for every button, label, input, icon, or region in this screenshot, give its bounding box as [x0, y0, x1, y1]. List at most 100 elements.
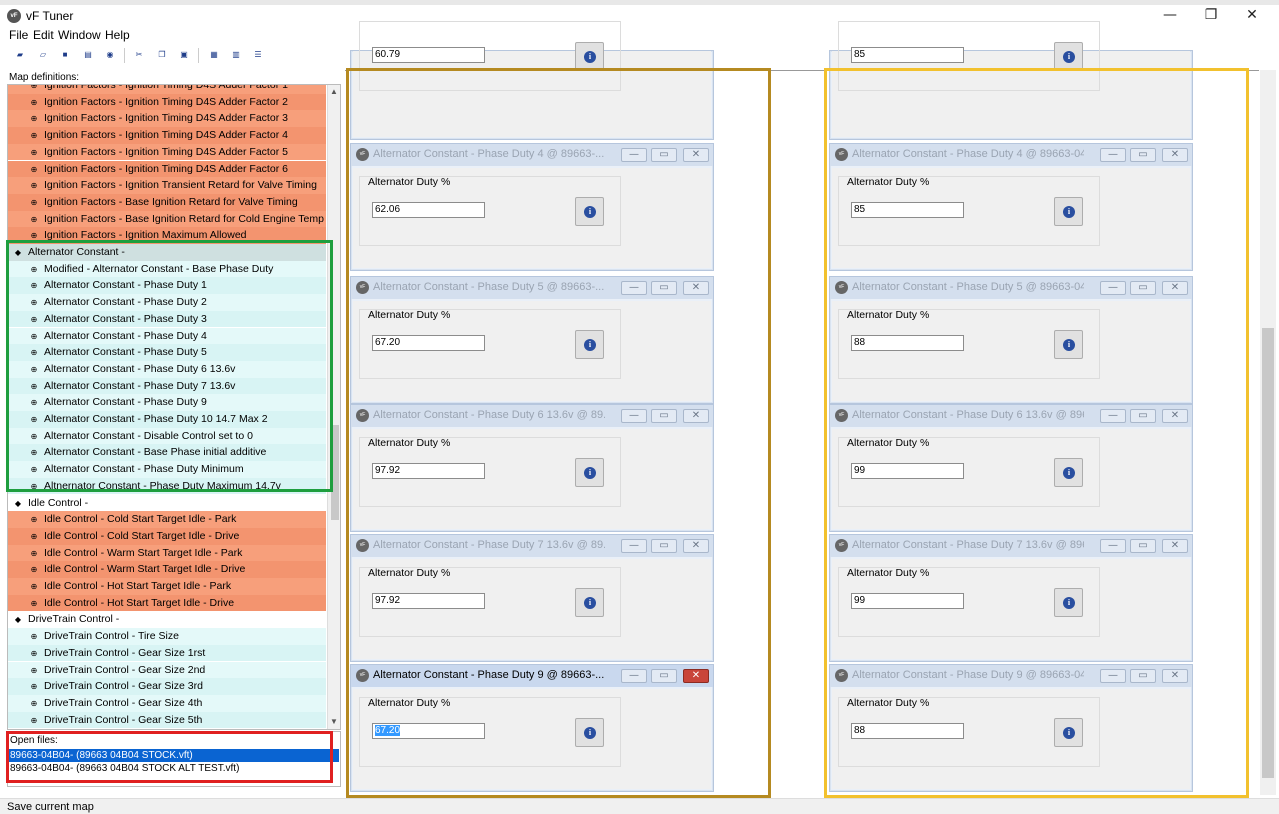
window-title-bar[interactable]: vF Alternator Constant - Phase Duty 7 13.… — [351, 535, 713, 557]
map-list-item[interactable]: ⊕ DriveTrain Control - Gear Size 2nd — [8, 661, 326, 679]
map-definitions-list[interactable]: ⊕ Ignition Factors - Ignition Timing D4S … — [7, 84, 341, 730]
window-close-button[interactable]: ✕ — [1162, 539, 1188, 553]
window-restore-button[interactable]: ▭ — [651, 669, 677, 683]
info-button[interactable]: i — [1054, 42, 1083, 71]
window-restore-button[interactable]: ▭ — [651, 148, 677, 162]
menu-help[interactable]: Help — [105, 28, 130, 42]
window-title-bar[interactable]: vF Alternator Constant - Phase Duty 5 @ 8… — [351, 277, 713, 299]
menu-file[interactable]: File — [9, 28, 28, 42]
left-map-window[interactable]: vF Alternator Constant - Phase Duty 4 @ 8… — [350, 143, 714, 271]
window-restore-button[interactable]: ▭ — [651, 539, 677, 553]
save-icon[interactable]: ■ — [59, 49, 71, 61]
duty-value-input[interactable]: 60.79 — [372, 47, 485, 63]
map-list-item[interactable]: ⊕ Alternator Constant - Phase Duty 4 — [8, 327, 326, 345]
window-close-button[interactable]: ✕ — [683, 281, 709, 295]
map-list-item[interactable]: ⊕ Ignition Factors - Ignition Transient R… — [8, 177, 326, 194]
info-button[interactable]: i — [1054, 718, 1083, 747]
map-list-item[interactable]: ⊕ Idle Control - Cold Start Target Idle -… — [8, 511, 326, 528]
map-list-item[interactable]: ⊕ Ignition Factors - Ignition Maximum All… — [8, 227, 326, 244]
info-button[interactable]: i — [575, 42, 604, 71]
duty-value-input[interactable]: 99 — [851, 463, 964, 479]
map-list-item[interactable]: ⊕ Ignition Factors - Ignition Timing D4S … — [8, 160, 326, 178]
map-list-item[interactable]: ⊕ Idle Control - Warm Start Target Idle -… — [8, 544, 326, 562]
info-button[interactable]: i — [575, 330, 604, 359]
info-button[interactable]: i — [575, 458, 604, 487]
workspace-scrollbar-thumb[interactable] — [1262, 328, 1274, 778]
reload-icon[interactable]: ▱ — [37, 49, 49, 61]
map-list-item[interactable]: ⊕ DriveTrain Control - Gear Size 1rst — [8, 644, 326, 662]
window-close-button[interactable]: ✕ — [1162, 669, 1188, 683]
window-title-bar[interactable]: vF Alternator Constant - Phase Duty 6 13.… — [830, 405, 1192, 427]
window-restore-button[interactable]: ▭ — [1130, 669, 1156, 683]
map-list-item[interactable]: ⊕ Ignition Factors - Base Ignition Retard… — [8, 193, 326, 211]
scroll-down-arrow-icon[interactable]: ▼ — [330, 717, 338, 726]
map-list-item[interactable]: ⊕ Idle Control - Warm Start Target Idle -… — [8, 561, 326, 578]
left-map-window[interactable]: vF Alternator Constant - Phase Duty 7 13.… — [350, 534, 714, 662]
info-button[interactable]: i — [1054, 197, 1083, 226]
window-close-button[interactable]: ✕ — [683, 409, 709, 423]
map-list-item[interactable]: ⊕ DriveTrain Control - Gear Size 3rd — [8, 678, 326, 695]
map-list-item[interactable]: ⊕ Ignition Factors - Ignition Timing D4S … — [8, 93, 326, 111]
duty-value-input[interactable]: 99 — [851, 593, 964, 609]
window-close-button[interactable]: ✕ — [683, 148, 709, 162]
scroll-up-arrow-icon[interactable]: ▲ — [330, 87, 338, 96]
maximize-button[interactable]: ❐ — [1191, 6, 1231, 26]
right-map-window[interactable]: vF Alternator Constant - Phase Duty 4 @ 8… — [829, 143, 1193, 271]
map-list-item[interactable]: ⊕ Alternator Constant - Phase Duty 10 14.… — [8, 411, 326, 428]
window-title-bar[interactable]: vF Alternator Constant - Phase Duty 9 @ 8… — [351, 665, 713, 687]
map-list-item[interactable]: ⊕ Alternator Constant - Phase Duty 1 — [8, 277, 326, 295]
window-close-button[interactable]: ✕ — [1162, 281, 1188, 295]
window-close-button[interactable]: ✕ — [683, 539, 709, 553]
duty-value-input[interactable]: 67.20 — [372, 335, 485, 351]
map-list-item[interactable]: ⊕ Alternator Constant - Phase Duty 5 — [8, 344, 326, 361]
map-list-item[interactable]: ⊕ Alternator Constant - Phase Duty 6 13.6… — [8, 360, 326, 378]
window-title-bar[interactable]: vF Alternator Constant - Phase Duty 6 13.… — [351, 405, 713, 427]
export-icon[interactable]: ▤ — [82, 49, 94, 61]
cut-icon[interactable]: ✂ — [133, 49, 145, 61]
window-close-button[interactable]: ✕ — [683, 669, 709, 683]
duty-value-input[interactable]: 88 — [851, 723, 964, 739]
right-map-window[interactable]: vF Alternator Constant - Phase Duty 9 @ 8… — [829, 664, 1193, 792]
window-minimize-button[interactable]: — — [1100, 409, 1126, 423]
duty-value-input[interactable]: 97.92 — [372, 463, 485, 479]
map-list-item[interactable]: ⊕ Alternator Constant - Disable Control s… — [8, 427, 326, 445]
open-file-item[interactable]: 89663-04B04- (89663 04B04 STOCK.vft) — [9, 749, 339, 762]
window-minimize-button[interactable]: — — [1100, 669, 1126, 683]
workspace-scrollbar[interactable] — [1260, 70, 1276, 795]
tile-icon[interactable]: ▦ — [208, 49, 220, 61]
info-button[interactable]: i — [1054, 588, 1083, 617]
paste-icon[interactable]: ▣ — [178, 49, 190, 61]
map-list-item[interactable]: ⊕ Idle Control - Hot Start Target Idle - … — [8, 594, 326, 612]
window-title-bar[interactable]: vF Alternator Constant - Phase Duty 5 @ 8… — [830, 277, 1192, 299]
window-close-button[interactable]: ✕ — [1162, 148, 1188, 162]
window-restore-button[interactable]: ▭ — [1130, 539, 1156, 553]
window-restore-button[interactable]: ▭ — [1130, 281, 1156, 295]
minimize-button[interactable]: — — [1150, 6, 1190, 26]
map-list-item[interactable]: ⊕ Alternator Constant - Base Phase initia… — [8, 444, 326, 462]
window-minimize-button[interactable]: — — [1100, 539, 1126, 553]
left-map-window[interactable]: vF Alternator Constant - Phase Duty 6 13.… — [350, 404, 714, 532]
duty-value-input[interactable]: 88 — [851, 335, 964, 351]
right-map-window[interactable]: vF Alternator Constant - Phase Duty 6 13.… — [829, 404, 1193, 532]
window-title-bar[interactable]: vF Alternator Constant - Phase Duty 7 13.… — [830, 535, 1192, 557]
map-list-item[interactable]: ⊕ Alternator Constant - Phase Duty 3 — [8, 310, 326, 328]
map-list-item[interactable]: ⊕ Alternator Constant - Phase Duty Minimu… — [8, 461, 326, 478]
map-group-header[interactable]: ◆ DriveTrain Control - — [8, 611, 326, 629]
info-button[interactable]: i — [1054, 458, 1083, 487]
window-minimize-button[interactable]: — — [1100, 148, 1126, 162]
list-icon[interactable]: ☰ — [252, 49, 264, 61]
compare-icon[interactable]: ◉ — [104, 49, 116, 61]
open-icon[interactable]: ▰ — [14, 49, 26, 61]
window-close-button[interactable]: ✕ — [1162, 409, 1188, 423]
window-minimize-button[interactable]: — — [621, 409, 647, 423]
info-button[interactable]: i — [575, 197, 604, 226]
window-restore-button[interactable]: ▭ — [1130, 409, 1156, 423]
window-restore-button[interactable]: ▭ — [1130, 148, 1156, 162]
info-button[interactable]: i — [575, 588, 604, 617]
map-list-item[interactable]: ⊕ Ignition Factors - Ignition Timing D4S … — [8, 85, 326, 94]
cascade-icon[interactable]: ▥ — [230, 49, 242, 61]
duty-value-input[interactable]: 85 — [851, 47, 964, 63]
map-group-header[interactable]: ◆ Alternator Constant - — [8, 244, 326, 261]
map-list-item[interactable]: ⊕ Idle Control - Cold Start Target Idle -… — [8, 527, 326, 545]
map-list-item[interactable]: ⊕ DriveTrain Control - Tire Size — [8, 628, 326, 645]
